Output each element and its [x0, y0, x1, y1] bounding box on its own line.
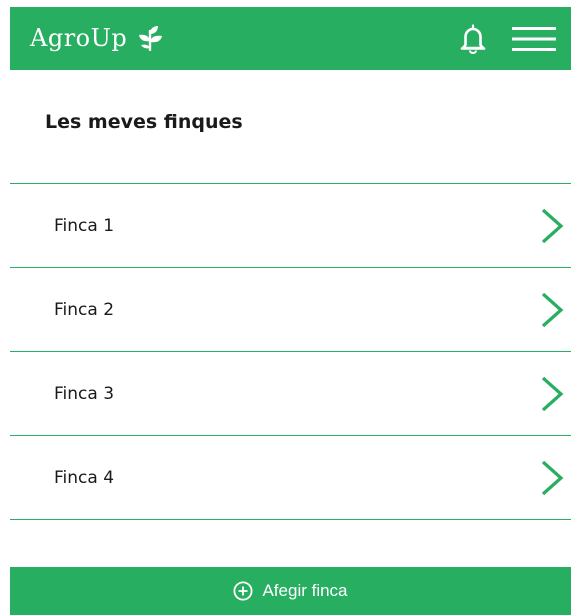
farm-list-item-4[interactable]: Finca 4: [10, 436, 571, 520]
farm-list-item-1[interactable]: Finca 1: [10, 184, 571, 268]
chevron-right-icon: [541, 208, 564, 244]
farm-label: Finca 2: [54, 299, 115, 320]
leaf-icon: [139, 26, 163, 51]
farm-list: Finca 1 Finca 2 Finca 3 Finca 4: [10, 183, 571, 520]
page-title: Les meves finques: [45, 111, 243, 133]
farm-label: Finca 3: [54, 383, 115, 404]
add-farm-button[interactable]: Afegir finca: [10, 567, 571, 615]
chevron-right-icon: [541, 460, 564, 496]
plus-circle-icon: [233, 581, 253, 601]
farm-label: Finca 4: [54, 467, 115, 488]
bell-icon[interactable]: [459, 24, 487, 54]
top-app-bar: AgroUp: [10, 7, 571, 70]
chevron-right-icon: [541, 292, 564, 328]
farm-list-item-3[interactable]: Finca 3: [10, 352, 571, 436]
brand-name: AgroUp: [30, 24, 128, 52]
farm-list-item-2[interactable]: Finca 2: [10, 268, 571, 352]
farm-label: Finca 1: [54, 215, 115, 236]
hamburger-menu-icon[interactable]: [512, 27, 556, 51]
brand-logo[interactable]: AgroUp: [30, 21, 163, 55]
add-farm-label: Afegir finca: [262, 581, 348, 600]
chevron-right-icon: [541, 376, 564, 412]
app-screen: AgroUp Les meves finques Finca 1 Finca 2…: [10, 7, 571, 615]
